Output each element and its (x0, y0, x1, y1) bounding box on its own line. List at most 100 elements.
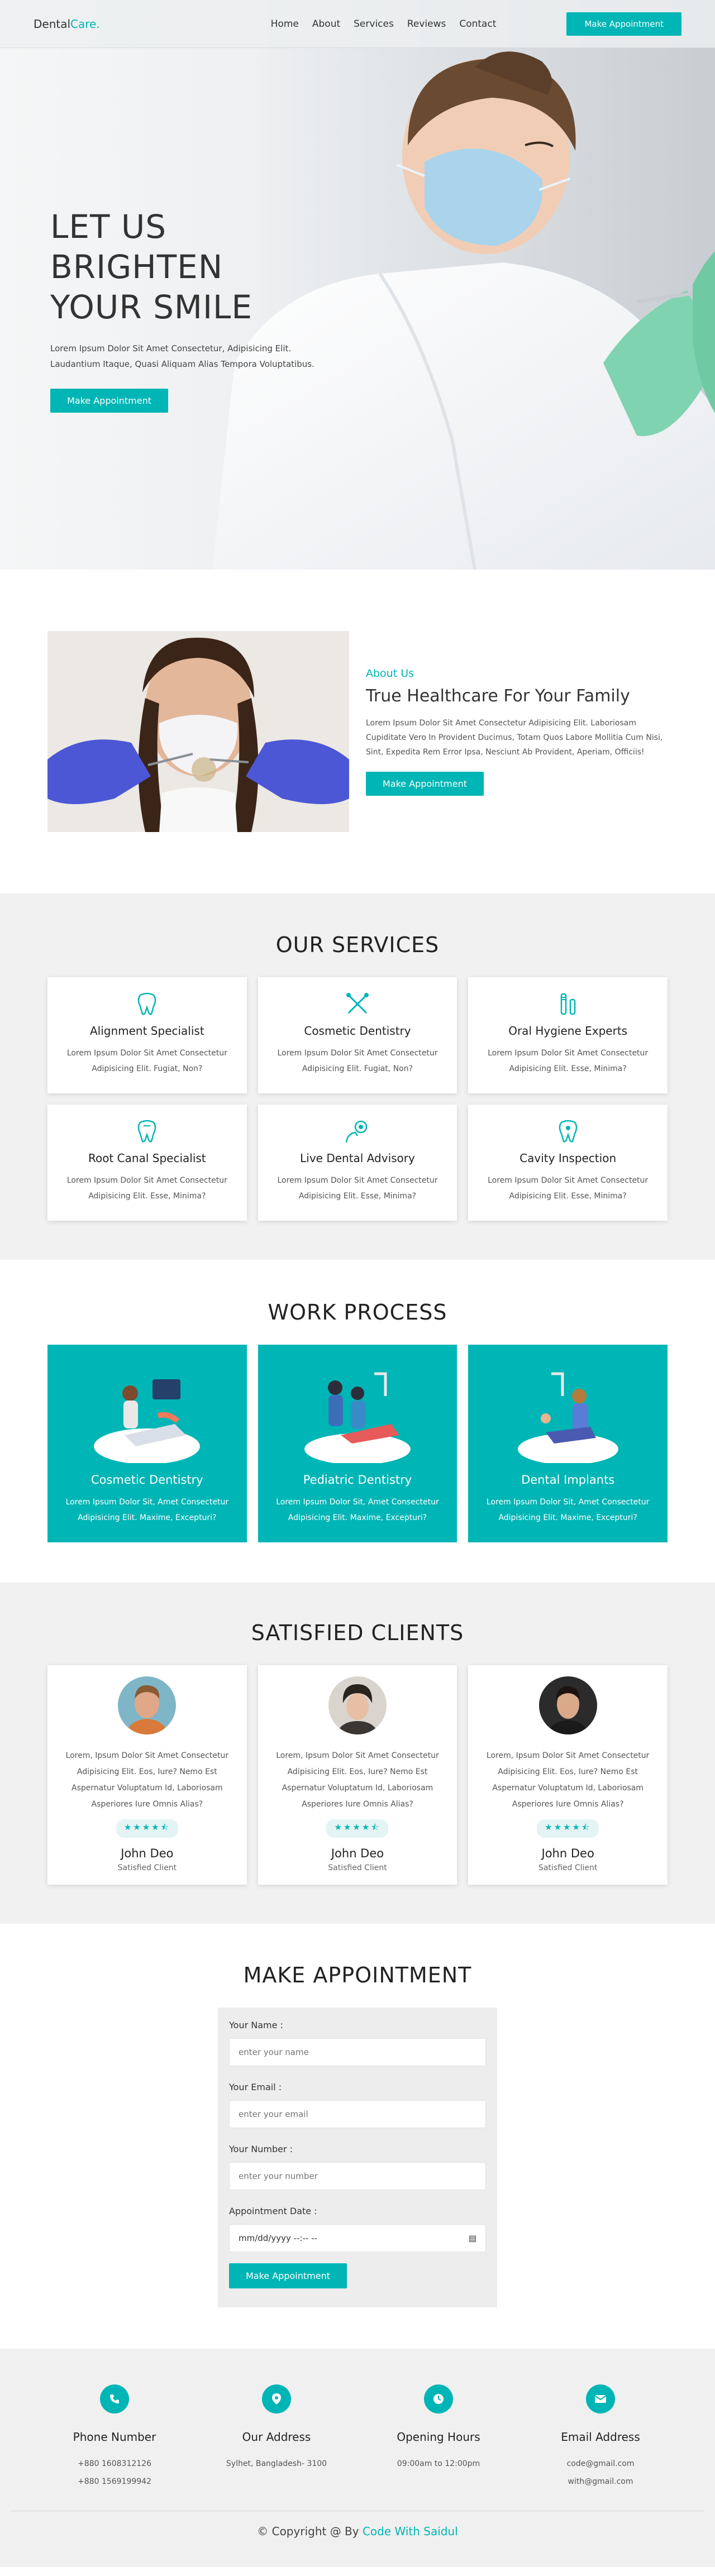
nav-about[interactable]: About (312, 18, 340, 30)
work-card-desc: Lorem Ipsum Dolor Sit, Amet Consectetur … (486, 1498, 650, 1522)
testimonial-card: Lorem, Ipsum Dolor Sit Amet Consectetur … (468, 1665, 668, 1885)
service-card: Live Dental Advisory Lorem Ipsum Dolor S… (258, 1105, 457, 1221)
cavity-tooth-icon (479, 1119, 656, 1144)
client-role: Satisfied Client (117, 1863, 177, 1872)
work-card-title: Cosmetic Dentistry (90, 1473, 203, 1487)
hero-title: LET US BRIGHTEN YOUR SMILE (50, 207, 341, 327)
nav-contact[interactable]: Contact (459, 18, 496, 30)
about-description: Lorem Ipsum Dolor Sit Amet Consectetur A… (366, 719, 663, 757)
tooth-root-icon (59, 1119, 236, 1144)
work-card-title: Pediatric Dentistry (303, 1473, 412, 1487)
phone-1: +880 1608312126 (78, 2459, 151, 2468)
client-role: Satisfied Client (328, 1863, 387, 1872)
name-input[interactable] (229, 2038, 486, 2066)
submit-appointment-button[interactable]: Make Appointment (229, 2263, 347, 2288)
service-card: Alignment Specialist Lorem Ipsum Dolor S… (47, 977, 247, 1093)
star-rating: ★★★★⯪ (326, 1819, 389, 1838)
number-input[interactable] (229, 2162, 486, 2190)
avatar (118, 1676, 177, 1734)
service-desc: Lorem Ipsum Dolor Sit Amet Consectetur A… (66, 1049, 227, 1073)
date-placeholder: mm/dd/yyyy --:-- -- (239, 2233, 317, 2243)
service-title: Cavity Inspection (519, 1151, 617, 1165)
phone-title: Phone Number (73, 2430, 156, 2444)
main-nav: Home About Services Reviews Contact (271, 18, 497, 30)
calendar-icon[interactable]: ▤ (469, 2233, 476, 2243)
date-label: Appointment Date : (229, 2206, 317, 2216)
pediatric-dentistry-illustration (269, 1357, 446, 1463)
avatar (538, 1676, 597, 1734)
tooth-icon (59, 992, 236, 1016)
work-card-desc: Lorem Ipsum Dolor Sit, Amet Consectetur … (65, 1498, 229, 1522)
address-text: Sylhet, Bangladesh- 3100 (226, 2459, 327, 2468)
work-process-section: WORK PROCESS Cosmetic Dentistry Lorem Ip… (0, 1260, 715, 1583)
logo[interactable]: DentalCare. (34, 17, 100, 31)
nav-home[interactable]: Home (271, 18, 299, 30)
work-card: Pediatric Dentistry Lorem Ipsum Dolor Si… (258, 1345, 457, 1542)
clients-section: SATISFIED CLIENTS Lorem, Ipsum Dolor Sit… (0, 1583, 715, 1924)
testimonial-text: Lorem, Ipsum Dolor Sit Amet Consectetur … (486, 1751, 650, 1809)
dental-chair-illustration (59, 1357, 236, 1463)
about-title: True Healthcare For Your Family (366, 686, 630, 706)
client-name: John Deo (541, 1847, 594, 1860)
service-desc: Lorem Ipsum Dolor Sit Amet Consectetur A… (277, 1176, 438, 1201)
copyright-author-link[interactable]: Code With Saidul (363, 2525, 458, 2538)
services-section: OUR SERVICES Alignment Specialist Lorem … (0, 893, 715, 1260)
site-header: DentalCare. Home About Services Reviews … (0, 0, 715, 48)
footer-hours: Opening Hours 09:00am to 12:00pm (358, 2384, 519, 2491)
service-desc: Lorem Ipsum Dolor Sit Amet Consectetur A… (488, 1049, 649, 1073)
about-image (47, 631, 349, 832)
appointment-section: MAKE APPOINTMENT Your Name : Your Email … (0, 1924, 715, 2349)
client-name: John Deo (121, 1847, 174, 1860)
phone-icon (100, 2384, 129, 2413)
about-info: About Us True Healthcare For Your Family… (366, 667, 668, 796)
email-input[interactable] (229, 2100, 486, 2128)
testimonial-text: Lorem, Ipsum Dolor Sit Amet Consectetur … (65, 1751, 229, 1809)
client-role: Satisfied Client (538, 1863, 598, 1872)
copyright: © Copyright @ By Code With Saidul (11, 2511, 704, 2567)
appointment-form: Your Name : Your Email : Your Number : A… (218, 2008, 497, 2307)
email-2[interactable]: with@gmail.com (519, 2473, 681, 2491)
client-name: John Deo (331, 1847, 384, 1860)
work-card: Cosmetic Dentistry Lorem Ipsum Dolor Sit… (47, 1345, 247, 1542)
dental-tools-icon (269, 992, 446, 1016)
avatar (328, 1676, 387, 1734)
testimonial-card: Lorem, Ipsum Dolor Sit Amet Consectetur … (258, 1665, 457, 1885)
service-desc: Lorem Ipsum Dolor Sit Amet Consectetur A… (488, 1176, 649, 1201)
clients-title: SATISFIED CLIENTS (251, 1621, 464, 1645)
service-title: Alignment Specialist (89, 1024, 204, 1038)
dental-implants-illustration (479, 1357, 656, 1463)
hours-title: Opening Hours (397, 2430, 480, 2444)
service-title: Live Dental Advisory (300, 1151, 415, 1165)
number-label: Your Number : (229, 2144, 293, 2154)
hero-appointment-button[interactable]: Make Appointment (50, 389, 168, 413)
service-card: Cavity Inspection Lorem Ipsum Dolor Sit … (468, 1105, 668, 1221)
name-label: Your Name : (229, 2020, 283, 2030)
hero-desc-line1: Lorem Ipsum Dolor Sit Amet Consectetur, … (50, 343, 292, 353)
clock-icon (424, 2384, 453, 2413)
header-appointment-button[interactable]: Make Appointment (566, 12, 681, 36)
star-rating: ★★★★⯪ (537, 1819, 599, 1838)
work-card: Dental Implants Lorem Ipsum Dolor Sit, A… (468, 1345, 668, 1542)
logo-accent: Care. (70, 17, 100, 31)
star-rating: ★★★★⯪ (116, 1819, 178, 1838)
about-appointment-button[interactable]: Make Appointment (366, 772, 484, 796)
appointment-title: MAKE APPOINTMENT (243, 1963, 472, 1987)
date-input[interactable]: mm/dd/yyyy --:-- -- ▤ (229, 2224, 486, 2252)
logo-main: Dental (34, 17, 71, 31)
hero-description: Lorem Ipsum Dolor Sit Amet Consectetur, … (50, 341, 341, 372)
hero-title-line2: YOUR SMILE (50, 288, 253, 326)
email-1[interactable]: code@gmail.com (519, 2455, 681, 2473)
nav-services[interactable]: Services (354, 18, 394, 30)
hero-text: LET US BRIGHTEN YOUR SMILE Lorem Ipsum Do… (50, 207, 341, 413)
nav-reviews[interactable]: Reviews (407, 18, 446, 30)
map-pin-icon (262, 2384, 291, 2413)
footer: Phone Number +880 1608312126 +880 156919… (0, 2349, 715, 2567)
email-title: Email Address (561, 2430, 640, 2444)
hero-section: LET US BRIGHTEN YOUR SMILE Lorem Ipsum Do… (0, 0, 715, 570)
address-title: Our Address (242, 2430, 311, 2444)
hero-title-line1: LET US BRIGHTEN (50, 208, 223, 286)
work-title: WORK PROCESS (268, 1300, 447, 1325)
service-title: Cosmetic Dentistry (304, 1024, 411, 1038)
service-card: Cosmetic Dentistry Lorem Ipsum Dolor Sit… (258, 977, 457, 1093)
envelope-icon (586, 2384, 615, 2413)
